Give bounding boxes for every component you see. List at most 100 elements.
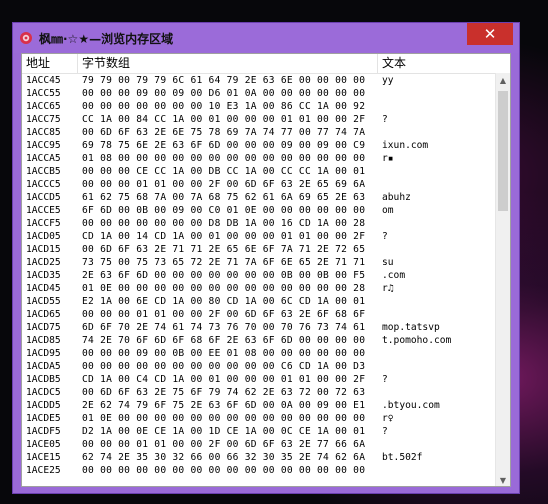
row-address: 1ACD25 [26, 257, 61, 268]
table-row[interactable]: 1ACE15 62 74 2E 35 30 32 66 00 66 32 30 3… [22, 451, 500, 464]
memory-browser-window: 枫㎜·☆★—浏览内存区域 ✕ 地址 字节数组 文本 1ACC45 79 79 00… [12, 22, 520, 494]
scroll-down-arrow-icon[interactable]: ▼ [496, 473, 510, 486]
table-row[interactable]: 1ACD45 01 0E 00 00 00 00 00 00 00 00 00 0… [22, 282, 500, 295]
row-bytes: 74 2E 70 6F 6D 6F 68 6F 2E 63 6F 6D 00 0… [82, 335, 366, 346]
row-bytes: 00 00 00 CE CC 1A 00 DB CC 1A 00 CC CC 1… [82, 166, 366, 177]
column-header-address[interactable]: 地址 [22, 54, 78, 73]
table-row[interactable]: 1ACC55 00 00 00 09 00 09 00 D6 01 0A 00 0… [22, 87, 500, 100]
row-address: 1ACDB5 [26, 374, 61, 385]
table-row[interactable]: 1ACD25 73 75 00 75 73 65 72 2E 71 7A 6F 6… [22, 256, 500, 269]
row-bytes: 00 00 00 01 01 00 00 2F 00 6D 6F 63 2E 7… [82, 439, 366, 450]
table-row[interactable]: 1ACDF5 D2 1A 00 0E CE 1A 00 1D CE 1A 00 0… [22, 425, 500, 438]
table-row[interactable]: 1ACCA5 01 08 00 00 00 00 00 00 00 00 00 0… [22, 152, 500, 165]
row-address: 1ACD35 [26, 270, 61, 281]
column-header-bytes[interactable]: 字节数组 [78, 54, 378, 73]
row-text: r▪ [382, 153, 394, 164]
row-address: 1ACD45 [26, 283, 61, 294]
row-address: 1ACCC5 [26, 179, 61, 190]
row-bytes: 01 0E 00 00 00 00 00 00 00 00 00 00 00 0… [82, 413, 366, 424]
row-bytes: 00 6D 6F 63 2E 75 6F 79 74 62 2E 63 72 0… [82, 387, 366, 398]
row-bytes: 00 00 00 00 00 00 00 10 E3 1A 00 86 CC 1… [82, 101, 366, 112]
row-address: 1ACC85 [26, 127, 61, 138]
row-address: 1ACCD5 [26, 192, 61, 203]
row-address: 1ACE25 [26, 465, 61, 474]
table-row[interactable]: 1ACCD5 61 62 75 68 7A 00 7A 68 75 62 61 6… [22, 191, 500, 204]
row-address: 1ACD05 [26, 231, 61, 242]
table-row[interactable]: 1ACDA5 00 00 00 00 00 00 00 00 00 00 00 C… [22, 360, 500, 373]
row-address: 1ACDA5 [26, 361, 61, 372]
row-address: 1ACD85 [26, 335, 61, 346]
row-text: ? [382, 426, 388, 437]
table-row[interactable]: 1ACC45 79 79 00 79 79 6C 61 64 79 2E 63 6… [22, 74, 500, 87]
row-bytes: 00 00 00 00 00 00 00 D8 DB 1A 00 16 CD 1… [82, 218, 366, 229]
scrollbar-thumb[interactable] [498, 91, 508, 211]
table-row[interactable]: 1ACD65 00 00 00 01 01 00 00 2F 00 6D 6F 6… [22, 308, 500, 321]
row-address: 1ACD65 [26, 309, 61, 320]
row-bytes: 01 08 00 00 00 00 00 00 00 00 00 00 00 0… [82, 153, 366, 164]
table-row[interactable]: 1ACCF5 00 00 00 00 00 00 00 D8 DB 1A 00 1… [22, 217, 500, 230]
table-row[interactable]: 1ACC65 00 00 00 00 00 00 00 10 E3 1A 00 8… [22, 100, 500, 113]
table-row[interactable]: 1ACE25 00 00 00 00 00 00 00 00 00 00 00 0… [22, 464, 500, 474]
table-row[interactable]: 1ACCB5 00 00 00 CE CC 1A 00 DB CC 1A 00 C… [22, 165, 500, 178]
row-text: t.pomoho.com [382, 335, 452, 346]
row-bytes: E2 1A 00 6E CD 1A 00 80 CD 1A 00 6C CD 1… [82, 296, 366, 307]
row-bytes: 61 62 75 68 7A 00 7A 68 75 62 61 6A 69 6… [82, 192, 366, 203]
row-address: 1ACC95 [26, 140, 61, 151]
column-header-text[interactable]: 文本 [378, 54, 510, 73]
row-address: 1ACD75 [26, 322, 61, 333]
row-bytes: 00 00 00 00 00 00 00 00 00 00 00 C6 CD 1… [82, 361, 366, 372]
app-flower-icon [20, 32, 32, 44]
table-row[interactable]: 1ACD95 00 00 00 09 00 0B 00 EE 01 08 00 0… [22, 347, 500, 360]
row-text: ? [382, 374, 388, 385]
row-text: mop.tatsvp [382, 322, 440, 333]
table-row[interactable]: 1ACC95 69 78 75 6E 2E 63 6F 6D 00 00 00 0… [22, 139, 500, 152]
row-bytes: CD 1A 00 C4 CD 1A 00 01 00 00 00 01 01 0… [82, 374, 366, 385]
table-row[interactable]: 1ACD05 CD 1A 00 14 CD 1A 00 01 00 00 00 0… [22, 230, 500, 243]
table-row[interactable]: 1ACD85 74 2E 70 6F 6D 6F 68 6F 2E 63 6F 6… [22, 334, 500, 347]
title-bar[interactable]: 枫㎜·☆★—浏览内存区域 ✕ [13, 23, 519, 53]
close-button[interactable]: ✕ [467, 23, 513, 45]
row-address: 1ACCA5 [26, 153, 61, 164]
memory-list-view[interactable]: 地址 字节数组 文本 1ACC45 79 79 00 79 79 6C 61 64… [21, 53, 511, 487]
row-address: 1ACE15 [26, 452, 61, 463]
table-row[interactable]: 1ACD15 00 6D 6F 63 2E 71 71 2E 65 6E 6F 7… [22, 243, 500, 256]
row-address: 1ACCE5 [26, 205, 61, 216]
scroll-up-arrow-icon[interactable]: ▲ [496, 73, 510, 88]
row-bytes: CC 1A 00 84 CC 1A 00 01 00 00 00 01 01 0… [82, 114, 366, 125]
table-row[interactable]: 1ACD75 6D 6F 70 2E 74 61 74 73 76 70 00 7… [22, 321, 500, 334]
row-bytes: 62 74 2E 35 30 32 66 00 66 32 30 35 2E 7… [82, 452, 366, 463]
table-row[interactable]: 1ACDB5 CD 1A 00 C4 CD 1A 00 01 00 00 00 0… [22, 373, 500, 386]
row-address: 1ACD55 [26, 296, 61, 307]
row-address: 1ACD15 [26, 244, 61, 255]
row-bytes: 01 0E 00 00 00 00 00 00 00 00 00 00 00 0… [82, 283, 366, 294]
table-row[interactable]: 1ACDD5 2E 62 74 79 6F 75 2E 63 6F 6D 00 0… [22, 399, 500, 412]
memory-rows: 1ACC45 79 79 00 79 79 6C 61 64 79 2E 63 6… [22, 74, 500, 474]
row-bytes: 00 00 00 01 01 00 00 2F 00 6D 6F 63 2E 6… [82, 179, 366, 190]
table-row[interactable]: 1ACC75 CC 1A 00 84 CC 1A 00 01 00 00 00 0… [22, 113, 500, 126]
row-bytes: CD 1A 00 14 CD 1A 00 01 00 00 00 01 01 0… [82, 231, 366, 242]
window-title: 枫㎜·☆★—浏览内存区域 [39, 32, 174, 46]
row-text: su [382, 257, 394, 268]
table-row[interactable]: 1ACCE5 6F 6D 00 0B 00 09 00 C0 01 0E 00 0… [22, 204, 500, 217]
table-row[interactable]: 1ACE05 00 00 00 01 01 00 00 2F 00 6D 6F 6… [22, 438, 500, 451]
table-row[interactable]: 1ACDE5 01 0E 00 00 00 00 00 00 00 00 00 0… [22, 412, 500, 425]
row-text: r♀ [382, 413, 394, 424]
table-row[interactable]: 1ACCC5 00 00 00 01 01 00 00 2F 00 6D 6F 6… [22, 178, 500, 191]
table-row[interactable]: 1ACD35 2E 63 6F 6D 00 00 00 00 00 00 00 0… [22, 269, 500, 282]
vertical-scrollbar[interactable]: ▲ ▼ [495, 73, 510, 486]
table-row[interactable]: 1ACD55 E2 1A 00 6E CD 1A 00 80 CD 1A 00 6… [22, 295, 500, 308]
table-row[interactable]: 1ACDC5 00 6D 6F 63 2E 75 6F 79 74 62 2E 6… [22, 386, 500, 399]
row-address: 1ACC65 [26, 101, 61, 112]
row-address: 1ACC55 [26, 88, 61, 99]
row-bytes: 00 00 00 01 01 00 00 2F 00 6D 6F 63 2E 6… [82, 309, 366, 320]
row-address: 1ACC75 [26, 114, 61, 125]
row-text: ? [382, 114, 388, 125]
table-row[interactable]: 1ACC85 00 6D 6F 63 2E 6E 75 78 69 7A 74 7… [22, 126, 500, 139]
row-bytes: 79 79 00 79 79 6C 61 64 79 2E 63 6E 00 0… [82, 75, 366, 86]
row-text: om [382, 205, 394, 216]
row-bytes: 00 6D 6F 63 2E 6E 75 78 69 7A 74 77 00 7… [82, 127, 366, 138]
row-bytes: 2E 62 74 79 6F 75 2E 63 6F 6D 00 0A 00 0… [82, 400, 366, 411]
row-text: .btyou.com [382, 400, 440, 411]
row-address: 1ACCB5 [26, 166, 61, 177]
row-address: 1ACC45 [26, 75, 61, 86]
